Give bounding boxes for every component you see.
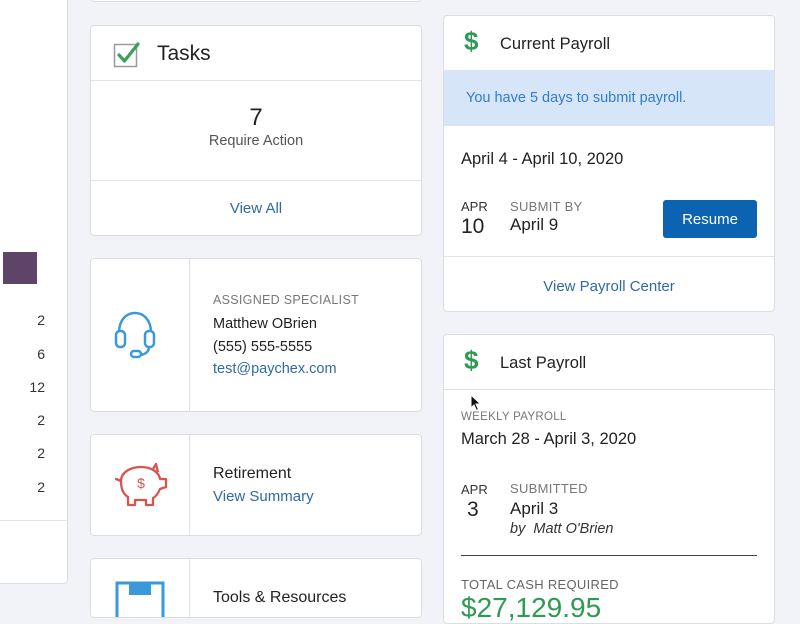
retirement-card: $ Retirement View Summary [90, 434, 422, 536]
submitted-by: by Matt O'Brien [510, 521, 614, 537]
payroll-type-label: WEEKLY PAYROLL [461, 411, 567, 423]
submit-by-label: SUBMIT BY [510, 199, 583, 214]
submit-by-date: April 9 [510, 215, 559, 234]
tasks-title: Tasks [157, 42, 211, 65]
mouse-cursor-icon [470, 394, 482, 412]
total-cash-value: $27,129.95 [461, 592, 602, 623]
tasks-subtitle: Require Action [208, 133, 304, 149]
top-partial-card [90, 0, 422, 2]
list-value: 2 [37, 412, 45, 428]
specialist-card: ASSIGNED SPECIALIST Matthew OBrien (555)… [90, 258, 422, 412]
dollar-icon: $ [464, 26, 479, 56]
specialist-email-link[interactable]: test@paychex.com [213, 361, 337, 377]
date-month: APR [461, 199, 488, 214]
specialist-phone: (555) 555-5555 [213, 339, 313, 355]
current-payroll-title: Current Payroll [500, 35, 611, 53]
specialist-name: Matthew OBrien [213, 316, 317, 332]
last-payroll-card: $ Last Payroll WEEKLY PAYROLL March 28 -… [443, 334, 775, 624]
tools-divider [189, 559, 190, 617]
payroll-banner: You have 5 days to submit payroll. [444, 70, 774, 126]
submitted-label: SUBMITTED [510, 481, 588, 496]
specialist-label: ASSIGNED SPECIALIST [213, 293, 360, 307]
submitted-date: April 3 [510, 499, 559, 518]
color-swatch [3, 252, 37, 284]
date-day: 3 [467, 498, 479, 521]
last-payroll-title: Last Payroll [500, 354, 587, 372]
view-all-link[interactable]: View All [91, 200, 421, 217]
dollar-icon: $ [464, 345, 479, 375]
checkbox-icon [113, 42, 140, 68]
view-payroll-center-link[interactable]: View Payroll Center [444, 278, 774, 295]
left-panel: 2 6 12 2 2 2 [0, 0, 68, 584]
resume-button[interactable]: Resume [663, 200, 757, 238]
current-payroll-card: $ Current Payroll You have 5 days to sub… [443, 15, 775, 312]
date-day: 10 [461, 215, 485, 238]
tasks-card: Tasks 7 Require Action View All [90, 25, 422, 236]
total-divider [461, 555, 757, 556]
retirement-title: Retirement [213, 465, 292, 482]
last-period: March 28 - April 3, 2020 [461, 430, 637, 448]
list-value: 2 [37, 445, 45, 461]
list-value: 2 [37, 312, 45, 328]
svg-text:$: $ [137, 475, 145, 491]
tools-title: Tools & Resources [213, 589, 347, 606]
list-value: 6 [37, 346, 45, 362]
specialist-divider [189, 259, 190, 411]
current-period: April 4 - April 10, 2020 [461, 150, 624, 168]
headset-icon [114, 311, 156, 359]
tasks-count: 7 [249, 104, 263, 131]
view-summary-link[interactable]: View Summary [213, 488, 314, 505]
total-cash-label: TOTAL CASH REQUIRED [461, 577, 619, 592]
piggy-bank-icon: $ [114, 463, 168, 507]
retirement-divider [189, 435, 190, 535]
tools-card: Tools & Resources [90, 558, 422, 618]
list-value: 12 [29, 379, 45, 395]
date-month: APR [461, 482, 488, 497]
list-value: 2 [37, 479, 45, 495]
payroll-banner-text: You have 5 days to submit payroll. [466, 90, 687, 106]
